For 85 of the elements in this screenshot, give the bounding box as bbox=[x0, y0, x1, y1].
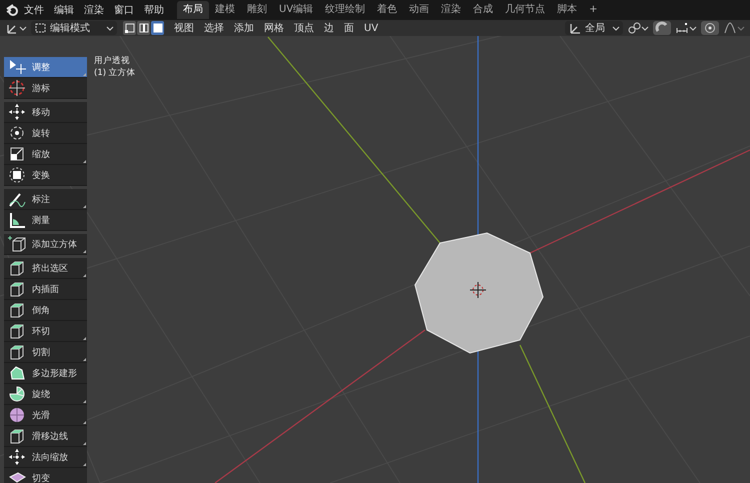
cube-icon bbox=[8, 259, 26, 277]
tool-button[interactable]: 多边形建形 bbox=[4, 363, 87, 384]
cube-icon bbox=[8, 301, 26, 319]
caret-icon bbox=[106, 24, 114, 32]
scale-icon bbox=[8, 145, 26, 163]
workspace-tab[interactable]: 渲染 bbox=[435, 1, 468, 19]
menu-item[interactable]: 顶点 bbox=[290, 21, 318, 35]
tool-button[interactable]: 移动 bbox=[4, 102, 87, 123]
tool-button[interactable]: 滑移边线 bbox=[4, 426, 87, 447]
caret-icon bbox=[612, 24, 620, 32]
tool-button[interactable]: 游标 bbox=[4, 78, 87, 99]
sphere-icon bbox=[8, 406, 26, 424]
menu-item[interactable]: 编辑 bbox=[49, 3, 79, 17]
tool-button[interactable]: 切变 bbox=[4, 468, 87, 483]
view-name: 用户透视 bbox=[94, 55, 131, 67]
caret-icon bbox=[689, 24, 697, 32]
workspace-tab[interactable]: UV编辑 bbox=[273, 1, 320, 19]
move-arrows-icon bbox=[8, 103, 26, 121]
add-workspace-button[interactable]: + bbox=[583, 1, 604, 19]
tool-button[interactable]: 标注 bbox=[4, 189, 87, 210]
menu-item[interactable]: 添加 bbox=[230, 21, 258, 35]
snap-toggle[interactable] bbox=[653, 21, 671, 35]
menu-item[interactable]: 文件 bbox=[19, 3, 49, 17]
menu-item[interactable]: 窗口 bbox=[109, 3, 139, 17]
orientation-dropdown[interactable]: 全局 bbox=[565, 21, 623, 35]
workspace-tab[interactable]: 着色 bbox=[371, 1, 404, 19]
workspace-tab[interactable]: 建模 bbox=[209, 1, 241, 19]
cube-icon bbox=[8, 427, 26, 445]
spin-icon bbox=[8, 385, 26, 403]
workspace-tab[interactable]: 纹理绘制 bbox=[319, 1, 372, 19]
vertex-select-button[interactable] bbox=[123, 21, 136, 35]
target-icon bbox=[703, 21, 717, 35]
falloff-curve-icon bbox=[723, 21, 737, 35]
move-arrows-icon bbox=[8, 448, 26, 466]
menu-item[interactable]: 渲染 bbox=[79, 3, 109, 17]
mode-dropdown[interactable]: 编辑模式 bbox=[31, 21, 117, 35]
workspace-tab[interactable]: 几何节点 bbox=[499, 1, 552, 19]
tool-button[interactable]: 倒角 bbox=[4, 300, 87, 321]
snap-increment-icon bbox=[675, 21, 689, 35]
tool-button[interactable]: 环切 bbox=[4, 321, 87, 342]
menu-item[interactable]: UV bbox=[360, 22, 382, 34]
menu-item[interactable]: 选择 bbox=[200, 21, 228, 35]
cube-icon bbox=[8, 322, 26, 340]
cursor-arrow-icon bbox=[8, 58, 26, 76]
crosshair-icon bbox=[8, 79, 26, 97]
tool-button[interactable]: 变换 bbox=[4, 165, 87, 186]
tool-button[interactable]: 法向缩放 bbox=[4, 447, 87, 468]
blender-logo-icon[interactable] bbox=[5, 3, 19, 17]
tool-button[interactable]: 旋绕 bbox=[4, 384, 87, 405]
workspace-tab[interactable]: 动画 bbox=[403, 1, 436, 19]
menu-item[interactable]: 帮助 bbox=[139, 3, 169, 17]
menu-item[interactable]: 边 bbox=[320, 21, 338, 35]
mesh-icon bbox=[34, 21, 47, 35]
cube-icon bbox=[8, 343, 26, 361]
workspace-tab[interactable]: 雕刻 bbox=[241, 1, 273, 19]
object-name: (1) 立方体 bbox=[94, 67, 136, 79]
menu-item[interactable]: 面 bbox=[340, 21, 358, 35]
tool-button[interactable]: 光滑 bbox=[4, 405, 87, 426]
cube-icon bbox=[8, 280, 26, 298]
magnet-icon bbox=[655, 21, 669, 35]
rotate-icon bbox=[8, 124, 26, 142]
workspace-tab[interactable]: 脚本 bbox=[551, 1, 584, 19]
tool-button[interactable]: 切割 bbox=[4, 342, 87, 363]
menu-item[interactable]: 网格 bbox=[260, 21, 288, 35]
tool-button[interactable]: 内插面 bbox=[4, 279, 87, 300]
caret-icon bbox=[737, 24, 745, 32]
workspace-tab[interactable]: 布局 bbox=[177, 1, 209, 19]
transform-icon bbox=[8, 166, 26, 184]
proportional-edit-toggle[interactable] bbox=[701, 21, 719, 35]
tool-button[interactable]: 缩放 bbox=[4, 144, 87, 165]
menu-item[interactable]: 视图 bbox=[170, 21, 198, 35]
cube-plus-icon bbox=[8, 235, 26, 253]
tool-button[interactable]: 旋转 bbox=[4, 123, 87, 144]
edge-select-button[interactable] bbox=[137, 21, 150, 35]
tool-button[interactable]: 添加立方体 bbox=[4, 234, 87, 255]
link-icon bbox=[627, 21, 641, 35]
face-select-button[interactable] bbox=[151, 21, 164, 35]
axes-icon bbox=[568, 21, 582, 35]
caret-icon bbox=[19, 24, 27, 32]
tool-button[interactable]: 挤出选区 bbox=[4, 258, 87, 279]
caret-icon bbox=[641, 24, 649, 32]
workspace-tab[interactable]: 合成 bbox=[467, 1, 500, 19]
ruler-icon bbox=[8, 211, 26, 229]
tool-button[interactable]: 调整 bbox=[4, 57, 87, 78]
tool-button[interactable]: 测量 bbox=[4, 210, 87, 231]
